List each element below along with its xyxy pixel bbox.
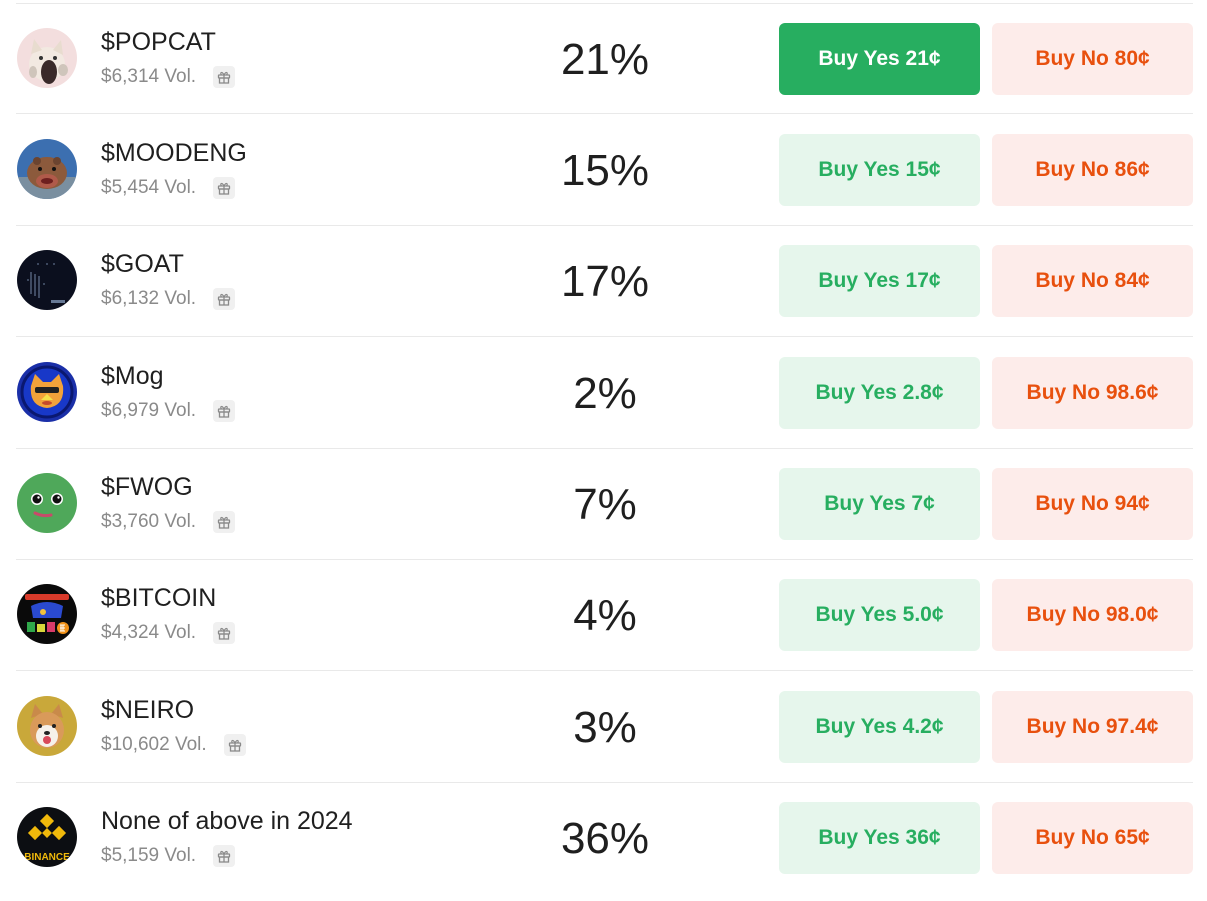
buy-yes-button[interactable]: Buy Yes 15¢: [779, 134, 980, 206]
market-volume-line: $4,324 Vol.: [101, 621, 236, 645]
outcome-probability: 17%: [560, 257, 650, 306]
market-name: $MOODENG: [101, 139, 247, 167]
gift-icon[interactable]: [213, 622, 236, 644]
outcome-probability: 15%: [560, 146, 650, 195]
buy-yes-button[interactable]: Buy Yes 17¢: [779, 245, 980, 317]
buy-no-button[interactable]: Buy No 94¢: [992, 468, 1193, 540]
outcome-probability: 36%: [560, 814, 650, 863]
market-volume: $6,314 Vol.: [101, 66, 197, 87]
market-name: $GOAT: [101, 250, 184, 278]
buy-yes-button[interactable]: Buy Yes 7¢: [779, 468, 980, 540]
mog-avatar-icon: [17, 362, 77, 422]
market-volume: $5,454 Vol.: [101, 177, 197, 198]
market-row: BINANCE None of above in 2024 $5,159 Vol…: [16, 783, 1193, 894]
market-name: $BITCOIN: [101, 584, 217, 612]
market-row: $FWOG $3,760 Vol. 7% Buy Yes 7¢ Buy No 9…: [16, 449, 1193, 560]
buy-no-button[interactable]: Buy No 86¢: [992, 134, 1193, 206]
outcome-probability: 4%: [573, 591, 637, 640]
buy-yes-button[interactable]: Buy Yes 4.2¢: [779, 691, 980, 763]
gift-icon[interactable]: [213, 177, 236, 199]
market-name: $FWOG: [101, 473, 193, 501]
market-volume: $5,159 Vol.: [101, 845, 197, 866]
goat-avatar-icon: [17, 250, 77, 310]
market-volume: $3,760 Vol.: [101, 511, 197, 532]
gift-icon[interactable]: [213, 511, 236, 533]
gift-icon[interactable]: [223, 734, 246, 756]
market-row: $NEIRO $10,602 Vol. 3% Buy Yes 4.2¢ Buy …: [16, 672, 1193, 783]
market-name: None of above in 2024: [101, 807, 353, 835]
buy-no-button[interactable]: Buy No 84¢: [992, 245, 1193, 317]
market-row: $BITCOIN $4,324 Vol. 4% Buy Yes 5.0¢ Buy…: [16, 560, 1193, 671]
market-row: $POPCAT $6,314 Vol. 21% Buy Yes 21¢ Buy …: [16, 3, 1193, 114]
market-name: $Mog: [101, 362, 164, 390]
binance-avatar-icon: BINANCE: [17, 807, 77, 867]
market-volume-line: $5,454 Vol.: [101, 176, 236, 200]
moodeng-avatar-icon: [17, 139, 77, 199]
buy-no-button[interactable]: Buy No 65¢: [992, 802, 1193, 874]
fwog-avatar-icon: [17, 473, 77, 533]
buy-no-button[interactable]: Buy No 98.6¢: [992, 357, 1193, 429]
outcome-probability: 21%: [560, 35, 650, 84]
market-volume-line: $6,314 Vol.: [101, 65, 236, 89]
market-volume: $10,602 Vol.: [101, 734, 207, 755]
gift-icon[interactable]: [213, 288, 236, 310]
buy-yes-button[interactable]: Buy Yes 5.0¢: [779, 579, 980, 651]
buy-yes-button[interactable]: Buy Yes 21¢: [779, 23, 980, 95]
market-outcome-list: $POPCAT $6,314 Vol. 21% Buy Yes 21¢ Buy …: [0, 0, 1207, 901]
buy-no-button[interactable]: Buy No 97.4¢: [992, 691, 1193, 763]
market-volume: $6,979 Vol.: [101, 400, 197, 421]
market-volume-line: $5,159 Vol.: [101, 844, 236, 868]
popcat-avatar-icon: [17, 28, 77, 88]
gift-icon[interactable]: [213, 400, 236, 422]
market-volume-line: $6,132 Vol.: [101, 287, 236, 311]
gift-icon[interactable]: [213, 66, 236, 88]
market-name: $POPCAT: [101, 28, 216, 56]
market-name: $NEIRO: [101, 696, 195, 724]
market-volume-line: $6,979 Vol.: [101, 399, 236, 423]
buy-no-button[interactable]: Buy No 98.0¢: [992, 579, 1193, 651]
market-volume-line: $3,760 Vol.: [101, 510, 236, 534]
buy-no-button[interactable]: Buy No 80¢: [992, 23, 1193, 95]
bitcoin-meme-avatar-icon: [17, 584, 77, 644]
gift-icon[interactable]: [213, 845, 236, 867]
market-row: $MOODENG $5,454 Vol. 15% Buy Yes 15¢ Buy…: [16, 115, 1193, 226]
binance-wordmark: BINANCE: [24, 852, 70, 863]
outcome-probability: 7%: [573, 480, 637, 529]
buy-yes-button[interactable]: Buy Yes 36¢: [779, 802, 980, 874]
market-volume: $6,132 Vol.: [101, 288, 197, 309]
market-volume-line: $10,602 Vol.: [101, 733, 246, 757]
outcome-probability: 2%: [573, 369, 637, 418]
buy-yes-button[interactable]: Buy Yes 2.8¢: [779, 357, 980, 429]
market-row: $GOAT $6,132 Vol. 17% Buy Yes 17¢ Buy No…: [16, 226, 1193, 337]
neiro-avatar-icon: [17, 696, 77, 756]
market-volume: $4,324 Vol.: [101, 622, 197, 643]
market-row: $Mog $6,979 Vol. 2% Buy Yes 2.8¢ Buy No …: [16, 338, 1193, 449]
outcome-probability: 3%: [573, 703, 637, 752]
